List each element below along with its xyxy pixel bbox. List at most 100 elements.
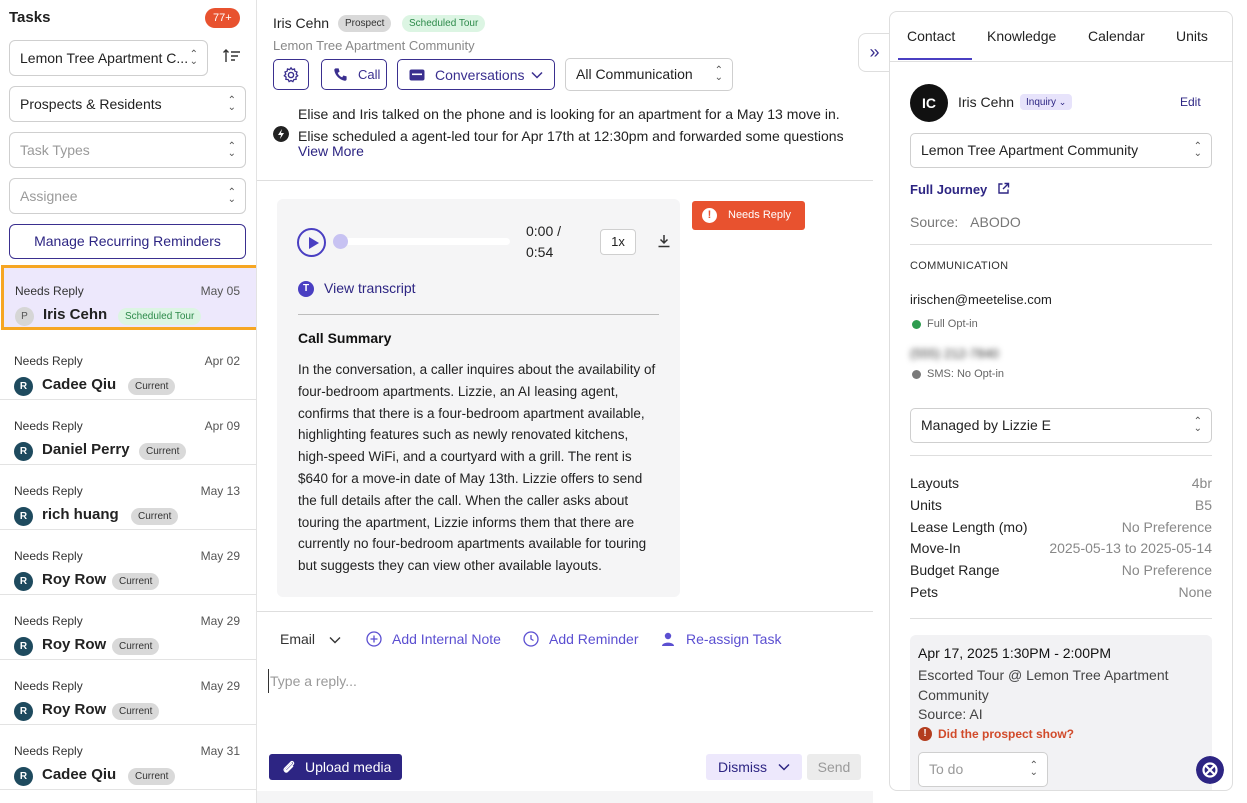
gear-icon — [283, 66, 299, 83]
task-date: May 29 — [200, 614, 240, 628]
contact-panel: Contact Knowledge Calendar Units IC Iris… — [889, 11, 1233, 791]
community-select-value: Lemon Tree Apartment Community — [921, 142, 1139, 158]
conversations-dropdown[interactable]: Conversations — [397, 59, 555, 90]
task-date: May 31 — [200, 744, 240, 758]
task-item[interactable]: Needs Reply Apr 02 R Cadee Qiu Current — [0, 335, 256, 400]
communication-filter-select[interactable]: All Communication ⌃ ⌄ — [565, 58, 733, 91]
avatar: R — [14, 637, 33, 656]
task-status: Needs Reply — [14, 354, 83, 368]
call-summary-title: Call Summary — [298, 330, 392, 346]
updown-icon: ⌃ ⌄ — [227, 140, 236, 159]
assignee-select[interactable]: Assignee ⌃ ⌄ — [9, 178, 246, 214]
task-name: Roy Row — [42, 571, 107, 588]
task-name: Roy Row — [42, 701, 107, 718]
support-icon[interactable] — [1196, 756, 1224, 784]
download-icon[interactable] — [657, 234, 671, 248]
tour-description: Escorted Tour @ Lemon Tree Apartment Com… — [918, 667, 1169, 703]
play-icon[interactable] — [297, 228, 326, 257]
status-badge: Current — [131, 508, 179, 525]
task-item[interactable]: Needs Reply May 29 R Roy Row Current — [0, 660, 256, 725]
audio-progress-track[interactable] — [340, 238, 510, 245]
prospect-badge: Prospect — [338, 15, 392, 32]
view-transcript-link[interactable]: View transcript — [324, 280, 416, 296]
audio-progress-knob[interactable] — [333, 234, 348, 249]
send-button[interactable]: Send — [807, 754, 861, 780]
dismiss-button[interactable]: Dismiss — [706, 754, 802, 780]
task-status: Needs Reply — [14, 549, 83, 563]
add-reminder-button[interactable]: Add Reminder — [523, 631, 639, 647]
conversation-pane: Iris Cehn Prospect Scheduled Tour Lemon … — [257, 0, 873, 803]
tour-outcome-select[interactable]: To do ⌃ ⌄ — [918, 752, 1048, 787]
community-name: Lemon Tree Apartment Community — [273, 38, 475, 53]
status-badge: Scheduled Tour — [118, 308, 202, 325]
prop-value-lease-length: No Preference — [1121, 519, 1212, 535]
inquiry-status-label: Inquiry — [1026, 97, 1057, 108]
manage-recurring-reminders-button[interactable]: Manage Recurring Reminders — [9, 224, 246, 259]
double-chevron-right-icon: » — [869, 42, 880, 62]
task-item[interactable]: Needs Reply Apr 09 R Daniel Perry Curren… — [0, 400, 256, 465]
inquiry-status-dropdown[interactable]: Inquiry ⌄ — [1020, 94, 1073, 110]
avatar: R — [14, 702, 33, 721]
task-item[interactable]: Needs Reply May 13 R rich huang Current — [0, 465, 256, 530]
prop-value-pets: None — [1178, 584, 1212, 600]
email-optin-label: Full Opt-in — [927, 318, 978, 330]
audio-time-current: 0:00 / — [526, 223, 562, 239]
full-journey-link[interactable]: Full Journey — [910, 182, 1010, 197]
task-item[interactable]: Needs Reply May 29 R Roy Row Current — [0, 530, 256, 595]
contact-email: irischen@meetelise.com — [910, 292, 1052, 307]
call-summary-body: In the conversation, a caller inquires a… — [298, 362, 656, 574]
prop-label-units: Units — [910, 497, 942, 513]
call-button[interactable]: Call — [321, 59, 387, 90]
people-select[interactable]: Prospects & Residents ⌃ ⌄ — [9, 86, 246, 122]
status-dot-icon — [912, 319, 921, 329]
clock-icon — [523, 631, 539, 647]
tab-knowledge[interactable]: Knowledge — [987, 28, 1056, 44]
sms-optin-status: SMS: No Opt-in — [912, 368, 1004, 380]
task-types-select[interactable]: Task Types ⌃ ⌄ — [9, 132, 246, 168]
community-select[interactable]: Lemon Tree Apartment Community ⌃ ⌄ — [910, 133, 1212, 168]
channel-select[interactable]: Email — [280, 631, 341, 647]
avatar: R — [14, 572, 33, 591]
dismiss-label: Dismiss — [718, 759, 767, 775]
tab-contact[interactable]: Contact — [907, 28, 955, 44]
collapse-panel-button[interactable]: » — [858, 33, 890, 72]
updown-icon: ⌃ ⌄ — [1193, 416, 1202, 434]
tour-source: Source: AI — [918, 706, 983, 722]
prop-value-budget: No Preference — [1121, 562, 1212, 578]
view-more-link[interactable]: View More — [298, 143, 364, 159]
reassign-task-label: Re-assign Task — [686, 631, 782, 647]
reply-toolbar: Email Add Internal Note Add Reminder Re-… — [257, 624, 873, 656]
tab-units[interactable]: Units — [1176, 28, 1208, 44]
source-label: Source: — [910, 214, 959, 230]
upload-media-button[interactable]: Upload media — [269, 754, 402, 780]
tasks-title: Tasks — [9, 9, 51, 26]
sort-icon[interactable] — [222, 46, 242, 66]
divider — [910, 455, 1212, 456]
edit-link[interactable]: Edit — [1180, 95, 1201, 109]
avatar: IC — [910, 84, 948, 122]
managed-by-select[interactable]: Managed by Lizzie E ⌃ ⌄ — [910, 408, 1212, 443]
communication-heading: COMMUNICATION — [910, 260, 1009, 272]
reassign-task-button[interactable]: Re-assign Task — [660, 631, 781, 647]
task-item[interactable]: Needs Reply May 29 R Roy Row Current — [0, 595, 256, 660]
prop-label-pets: Pets — [910, 584, 939, 600]
prop-value-move-in: 2025-05-13 to 2025-05-14 — [1049, 540, 1212, 556]
needs-reply-label: Needs Reply — [728, 209, 791, 221]
avatar: R — [14, 377, 33, 396]
task-item[interactable]: Needs Reply May 05 P Iris Cehn Scheduled… — [1, 265, 256, 330]
community-select[interactable]: Lemon Tree Apartment C... ⌃ ⌄ — [9, 40, 208, 76]
add-internal-note-button[interactable]: Add Internal Note — [366, 631, 501, 647]
updown-icon: ⌃ ⌄ — [1193, 141, 1202, 159]
task-name: rich huang — [42, 506, 119, 523]
task-status: Needs Reply — [15, 284, 84, 298]
settings-button[interactable] — [273, 59, 309, 90]
playback-speed-button[interactable]: 1x — [600, 229, 636, 255]
task-date: May 29 — [200, 549, 240, 563]
task-date: May 29 — [200, 679, 240, 693]
status-badge: Current — [139, 443, 187, 460]
task-item[interactable]: Needs Reply May 31 R Cadee Qiu Current — [0, 725, 256, 790]
reply-input[interactable] — [268, 669, 858, 693]
task-status: Needs Reply — [14, 679, 83, 693]
tab-calendar[interactable]: Calendar — [1088, 28, 1145, 44]
contact-name: Iris Cehn — [958, 94, 1015, 110]
